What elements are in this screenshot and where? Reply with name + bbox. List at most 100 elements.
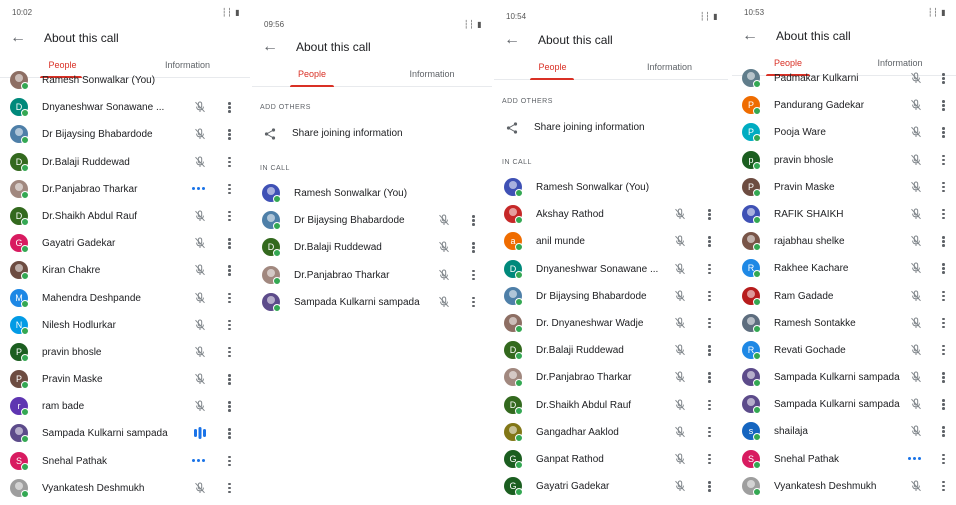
participant-row[interactable]: G Gayatri Gadekar: [494, 473, 728, 500]
more-options-icon[interactable]: [942, 344, 946, 356]
more-options-icon[interactable]: [942, 208, 946, 220]
participant-row[interactable]: rajabhau shelke: [732, 228, 956, 255]
more-options-icon[interactable]: [472, 296, 476, 308]
tab-people[interactable]: People: [252, 64, 372, 84]
participant-row[interactable]: Sampada Kulkarni sampada: [732, 364, 956, 391]
participant-row[interactable]: D Dr.Shaikh Abdul Rauf: [0, 203, 250, 230]
more-options-icon[interactable]: [942, 290, 946, 302]
more-options-icon[interactable]: [228, 102, 232, 113]
more-options-icon[interactable]: [228, 319, 232, 331]
more-options-icon[interactable]: [942, 317, 946, 329]
participant-row[interactable]: Kiran Chakre: [0, 257, 250, 284]
more-options-icon[interactable]: [942, 73, 946, 84]
more-options-icon[interactable]: [942, 426, 946, 437]
participant-row[interactable]: S Snehal Pathak: [0, 448, 250, 475]
participant-row[interactable]: G Ganpat Rathod: [494, 446, 728, 473]
participant-row[interactable]: Dr Bijaysing Bhabardode: [494, 283, 728, 310]
participant-row[interactable]: Ramesh Sonwalkar (You): [494, 174, 728, 201]
participant-row[interactable]: p pravin bhosle: [732, 147, 956, 174]
participant-row[interactable]: Vyankatesh Deshmukh: [732, 473, 956, 500]
share-joining-info[interactable]: Share joining information: [252, 122, 492, 146]
participant-row[interactable]: Akshay Rathod: [494, 201, 728, 228]
more-options-icon[interactable]: [472, 269, 476, 281]
more-options-icon[interactable]: [708, 290, 712, 302]
tab-people[interactable]: People: [494, 57, 611, 77]
participant-row[interactable]: s shailaja: [732, 418, 956, 445]
participant-row[interactable]: P Pravin Maske: [0, 366, 250, 393]
participant-row[interactable]: RAFIK SHAIKH: [732, 201, 956, 228]
more-options-icon[interactable]: [942, 453, 946, 465]
more-options-icon[interactable]: [228, 265, 232, 276]
more-options-icon[interactable]: [708, 399, 712, 411]
more-options-icon[interactable]: [228, 428, 232, 439]
participant-row[interactable]: P Pandurang Gadekar: [732, 92, 956, 119]
participant-row[interactable]: Padmakar Kulkarni: [732, 66, 956, 92]
share-joining-info[interactable]: Share joining information: [494, 116, 728, 140]
more-options-icon[interactable]: [228, 238, 232, 249]
more-options-icon[interactable]: [228, 129, 232, 140]
back-arrow-icon[interactable]: ←: [262, 33, 278, 61]
back-arrow-icon[interactable]: ←: [742, 22, 758, 50]
participant-row[interactable]: Dr Bijaysing Bhabardode: [252, 207, 492, 234]
more-options-icon[interactable]: [708, 426, 712, 438]
participant-row[interactable]: Gangadhar Aaklod: [494, 419, 728, 446]
more-options-icon[interactable]: [228, 401, 232, 412]
participant-row[interactable]: Ramesh Sonwalkar (You): [252, 180, 492, 207]
participant-row[interactable]: S Snehal Pathak: [732, 446, 956, 473]
more-options-icon[interactable]: [228, 156, 232, 168]
participant-row[interactable]: P Pravin Maske: [732, 174, 956, 201]
participant-row[interactable]: M Mahendra Deshpande: [0, 285, 250, 312]
participant-row[interactable]: Ramesh Sonwalkar (You): [0, 67, 250, 94]
more-options-icon[interactable]: [708, 263, 712, 275]
participant-row[interactable]: a anil munde: [494, 228, 728, 255]
participant-row[interactable]: Dr.Panjabrao Tharkar: [494, 364, 728, 391]
more-options-icon[interactable]: [708, 453, 712, 465]
more-options-icon[interactable]: [228, 455, 232, 467]
more-options-icon[interactable]: [942, 181, 946, 193]
participant-row[interactable]: r ram bade: [0, 393, 250, 420]
more-options-icon[interactable]: [472, 242, 476, 253]
more-options-icon[interactable]: [942, 372, 946, 383]
participant-row[interactable]: Ram Gadade: [732, 283, 956, 310]
participant-row[interactable]: G Gayatri Gadekar: [0, 230, 250, 257]
participant-row[interactable]: N Nilesh Hodlurkar: [0, 312, 250, 339]
participant-row[interactable]: Ramesh Sontakke: [732, 310, 956, 337]
participant-row[interactable]: Vyankatesh Deshmukh: [0, 475, 250, 502]
participant-row[interactable]: R Revati Gochade: [732, 337, 956, 364]
participant-row[interactable]: D Dr.Shaikh Abdul Rauf: [494, 392, 728, 419]
participant-row[interactable]: Dr.Panjabrao Tharkar: [0, 176, 250, 203]
participant-row[interactable]: D Dr.Balaji Ruddewad: [0, 149, 250, 176]
participant-row[interactable]: D Dnyaneshwar Sonawane ...: [0, 94, 250, 121]
more-options-icon[interactable]: [228, 210, 232, 222]
more-options-icon[interactable]: [942, 100, 946, 111]
more-options-icon[interactable]: [708, 345, 712, 356]
participant-row[interactable]: Sampada Kulkarni sampada: [0, 420, 250, 447]
more-options-icon[interactable]: [228, 482, 232, 494]
back-arrow-icon[interactable]: ←: [10, 24, 26, 52]
participant-row[interactable]: Dr Bijaysing Bhabardode: [0, 121, 250, 148]
more-options-icon[interactable]: [708, 317, 712, 329]
more-options-icon[interactable]: [228, 346, 232, 358]
participant-row[interactable]: D Dr.Balaji Ruddewad: [252, 234, 492, 261]
back-arrow-icon[interactable]: ←: [504, 26, 520, 54]
participant-row[interactable]: Dr.Panjabrao Tharkar: [252, 262, 492, 289]
participant-row[interactable]: P Pooja Ware: [732, 119, 956, 146]
tab-information[interactable]: Information: [611, 57, 728, 77]
more-options-icon[interactable]: [708, 209, 712, 220]
more-options-icon[interactable]: [942, 127, 946, 138]
tab-information[interactable]: Information: [372, 64, 492, 84]
more-options-icon[interactable]: [942, 154, 946, 166]
participant-row[interactable]: Dr. Dnyaneshwar Wadje: [494, 310, 728, 337]
participant-row[interactable]: Sampada Kulkarni sampada: [732, 391, 956, 418]
participant-row[interactable]: R Rakhee Kachare: [732, 255, 956, 282]
more-options-icon[interactable]: [228, 183, 232, 195]
more-options-icon[interactable]: [942, 263, 946, 274]
more-options-icon[interactable]: [472, 215, 476, 226]
more-options-icon[interactable]: [708, 236, 712, 247]
more-options-icon[interactable]: [942, 399, 946, 410]
participant-row[interactable]: Ppravin bhosle: [0, 339, 250, 366]
more-options-icon[interactable]: [708, 372, 712, 383]
more-options-icon[interactable]: [942, 236, 946, 247]
more-options-icon[interactable]: [708, 481, 712, 492]
participant-row[interactable]: D Dr.Balaji Ruddewad: [494, 337, 728, 364]
